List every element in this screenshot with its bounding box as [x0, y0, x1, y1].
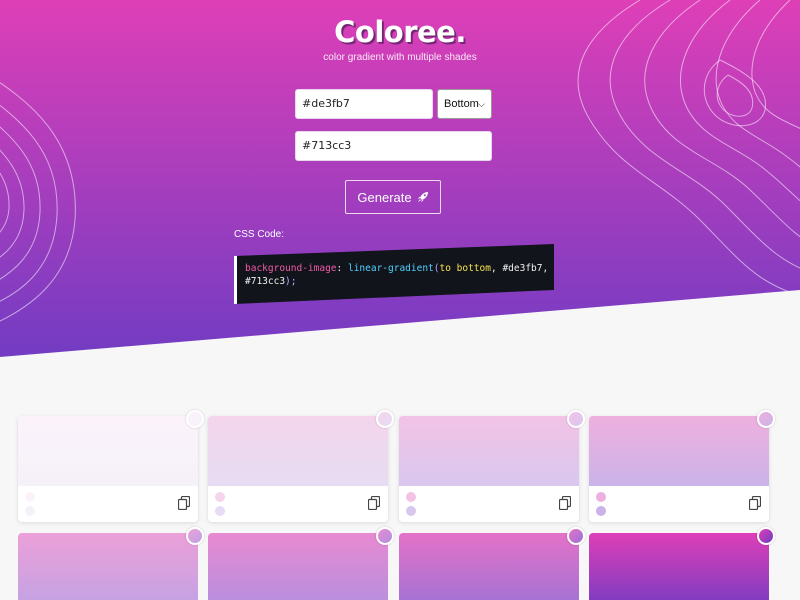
- shade-start-dot: [215, 492, 225, 502]
- css-code-label: CSS Code:: [234, 229, 285, 240]
- shade-swatch: [399, 533, 579, 600]
- code-stop-two: #713cc3: [245, 276, 286, 287]
- shade-swatch: [399, 416, 579, 486]
- generate-button-label: Generate: [357, 189, 412, 205]
- shade-select-circle[interactable]: [376, 527, 394, 545]
- shade-end-dot: [215, 506, 225, 516]
- shade-select-circle[interactable]: [186, 527, 204, 545]
- color-two-input[interactable]: #713cc3: [295, 131, 492, 161]
- shade-start-dot: [406, 492, 416, 502]
- shade-card[interactable]: [399, 410, 585, 522]
- shade-card[interactable]: [18, 410, 204, 522]
- shade-swatch: [589, 416, 769, 486]
- direction-select-value: Bottom: [444, 98, 479, 110]
- code-function: linear-gradient: [347, 263, 434, 274]
- copy-icon[interactable]: [558, 495, 572, 511]
- code-stop-one: #de3fb7: [502, 263, 543, 274]
- shade-select-circle[interactable]: [757, 527, 775, 545]
- shade-end-dot: [596, 506, 606, 516]
- shade-end-dot: [25, 506, 35, 516]
- shade-select-circle[interactable]: [186, 410, 204, 428]
- shade-card[interactable]: [589, 410, 775, 522]
- shade-swatch: [18, 416, 198, 486]
- shade-start-dot: [596, 492, 606, 502]
- css-code-text: background-image: linear-gradient(to bot…: [245, 263, 549, 287]
- shade-card[interactable]: [208, 410, 394, 522]
- direction-select[interactable]: Bottom ⌵: [437, 89, 492, 119]
- chevron-down-icon: ⌵: [478, 99, 485, 109]
- code-property: background-image: [245, 263, 337, 274]
- shade-swatch: [18, 533, 198, 600]
- shade-start-dot: [25, 492, 35, 502]
- shade-swatch: [589, 533, 769, 600]
- shade-card[interactable]: [399, 527, 585, 600]
- shade-select-circle[interactable]: [567, 527, 585, 545]
- app-title: Coloree.: [334, 15, 466, 49]
- app-subtitle: color gradient with multiple shades: [323, 52, 477, 63]
- shade-card[interactable]: [589, 527, 775, 600]
- rocket-icon: [417, 192, 428, 202]
- color-one-input[interactable]: #de3fb7: [295, 89, 433, 119]
- shade-swatch: [208, 533, 388, 600]
- shade-select-circle[interactable]: [757, 410, 775, 428]
- shade-select-circle[interactable]: [567, 410, 585, 428]
- copy-icon[interactable]: [177, 495, 191, 511]
- shade-card[interactable]: [18, 527, 204, 600]
- shade-swatch: [208, 416, 388, 486]
- shade-card[interactable]: [208, 527, 394, 600]
- copy-icon[interactable]: [367, 495, 381, 511]
- copy-icon[interactable]: [748, 495, 762, 511]
- shade-end-dot: [406, 506, 416, 516]
- shade-select-circle[interactable]: [376, 410, 394, 428]
- generate-button[interactable]: Generate: [345, 180, 441, 214]
- code-direction: to bottom: [439, 263, 491, 274]
